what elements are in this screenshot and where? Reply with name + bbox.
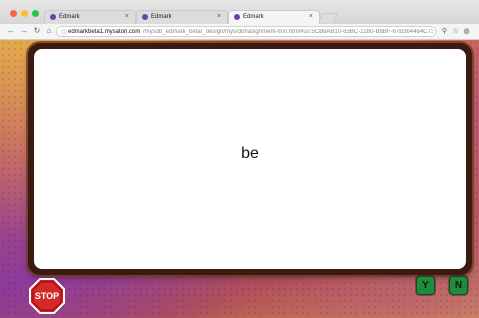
search-icon[interactable]: ⚲ — [440, 27, 449, 36]
new-tab-button[interactable] — [318, 13, 338, 23]
tab-label: Edmark — [151, 14, 172, 20]
reload-icon[interactable]: ↻ — [32, 26, 42, 36]
no-label: N — [454, 280, 463, 291]
tab-strip: Edmark × Edmark × Edmark × — [0, 0, 479, 25]
yes-label: Y — [422, 280, 429, 291]
bookmark-star-icon[interactable]: ☆ — [451, 27, 460, 36]
url-path: /mysdb_edmark_beta/_design/mys/dohasignm… — [143, 29, 433, 35]
yes-button[interactable]: Y — [416, 276, 435, 295]
no-button[interactable]: N — [449, 276, 468, 295]
close-window-button[interactable] — [10, 10, 17, 17]
extension-icon[interactable]: ◍ — [462, 27, 471, 36]
url-host: edmarkbeta1.mysatori.com — [68, 29, 141, 35]
flashcard: be — [34, 49, 466, 269]
minimize-window-button[interactable] — [21, 10, 28, 17]
tab-edmark-3[interactable]: Edmark × — [228, 10, 320, 24]
tab-label: Edmark — [243, 14, 264, 20]
close-tab-icon[interactable]: × — [125, 13, 129, 20]
edmark-favicon-icon — [142, 14, 148, 20]
browser-toolbar: ← → ↻ ⌂ ⓘ edmarkbeta1.mysatori.com /mysd… — [0, 24, 479, 40]
browser-window: Edmark × Edmark × Edmark × ← → ↻ ⌂ ⓘ edm… — [0, 0, 479, 318]
info-icon[interactable]: ⓘ — [61, 28, 67, 37]
home-icon[interactable]: ⌂ — [44, 26, 54, 36]
stop-button[interactable]: STOP — [29, 278, 65, 314]
address-bar[interactable]: ⓘ edmarkbeta1.mysatori.com /mysdb_edmark… — [56, 26, 436, 37]
zoom-window-button[interactable] — [32, 10, 39, 17]
tab-label: Edmark — [59, 14, 80, 20]
stop-sign-icon: STOP — [29, 278, 65, 314]
forward-icon[interactable]: → — [19, 26, 29, 36]
close-tab-icon[interactable]: × — [217, 13, 221, 20]
edmark-activity-page: be STOP Y N — [0, 40, 479, 318]
tab-edmark-2[interactable]: Edmark × — [136, 10, 228, 24]
edmark-favicon-icon — [234, 14, 240, 20]
tab-edmark-1[interactable]: Edmark × — [44, 10, 136, 24]
close-tab-icon[interactable]: × — [309, 13, 313, 20]
edmark-favicon-icon — [50, 14, 56, 20]
back-icon[interactable]: ← — [6, 26, 16, 36]
stop-label: STOP — [35, 291, 59, 301]
flashcard-word: be — [241, 145, 259, 162]
